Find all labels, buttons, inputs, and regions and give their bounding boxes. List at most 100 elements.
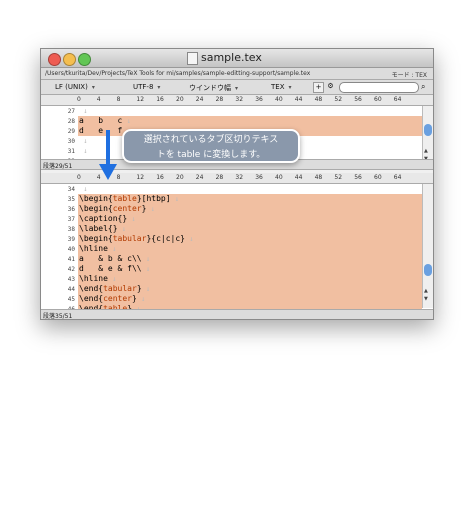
code-line[interactable]: 43 \hline ↓ [41,274,422,284]
ruler-tick: 12 [136,96,145,103]
ruler-tick: 56 [354,96,362,103]
code-line[interactable]: 41 a & b & c\\ ↓ [41,254,422,264]
scroll-up-icon[interactable]: ▲ [424,148,428,154]
code-line[interactable]: 36 \begin{center} ↓ [41,204,422,214]
ruler-tick: 64 [393,96,402,103]
code-line[interactable]: 39 \begin{tabular}{c|c|c} ↓ [41,234,422,244]
code-line[interactable]: 44 \end{tabular} ↓ [41,284,422,294]
code-text: a & b & c\\ ↓ [79,254,151,263]
code-line[interactable]: 40 \hline ↓ [41,244,422,254]
search-icon[interactable]: ⌕ [421,82,425,92]
ruler-tick: 40 [275,96,283,103]
document-icon [187,52,198,65]
close-button[interactable] [48,53,61,66]
ruler-tick: 24 [195,174,204,181]
return-mark-icon: ↓ [79,185,88,193]
ruler-tick: 60 [374,174,382,181]
title-bar[interactable]: sample.tex [41,49,433,68]
return-mark-icon: ↓ [117,225,126,233]
code-line[interactable]: 45 \end{center} ↓ [41,294,422,304]
return-mark-icon: ↓ [79,137,88,145]
ruler-tick: 64 [393,174,402,181]
window-width-select[interactable]: ウインドウ幅 ▾ [189,83,238,93]
code-line[interactable]: 34 ↓ [41,184,422,194]
ruler-tick: 52 [334,174,343,181]
code-line[interactable]: 37 \caption{} ↓ [41,214,422,224]
gear-icon[interactable]: ⚙ [326,82,335,91]
bottom-editor-pane[interactable]: 34 ↓ 35 \begin{table}[htbp] ↓ 36 \begin{cent… [41,184,422,314]
line-number: 27 [67,108,75,115]
mode-indicator: モード : TEX [391,72,427,79]
line-number: 37 [67,216,75,223]
ruler-tick: 44 [294,96,303,103]
line-number: 45 [67,296,75,303]
ruler-tick: 28 [215,96,224,103]
return-mark-icon: ↓ [146,205,155,213]
scroll-thumb[interactable] [424,264,432,276]
line-number: 35 [67,196,75,203]
ruler-tick: 36 [255,174,263,181]
code-text: ↓ [79,106,87,116]
chevron-down-icon: ▾ [157,84,161,91]
code-line[interactable]: 28 a b c ↓ [41,116,422,126]
mode-label: TEX [271,83,285,91]
top-ruler: 0 4 8 12 16 20 24 28 32 36 40 44 48 52 56 60 64 [41,95,433,106]
encoding-label: UTF-8 [133,83,154,91]
line-number: 36 [67,206,75,213]
scroll-down-icon[interactable]: ▼ [424,296,428,302]
code-line[interactable]: 35 \begin{table}[htbp] ↓ [41,194,422,204]
code-text: \label{} ↓ [79,224,126,233]
line-number: 29 [67,128,75,135]
return-mark-icon: ↓ [141,255,151,263]
ruler-tick: 52 [334,96,343,103]
line-number: 38 [67,226,75,233]
line-number: 39 [67,236,75,243]
code-text: \end{tabular} ↓ [79,284,151,293]
ruler-tick: 48 [314,96,323,103]
ruler-tick: 32 [235,174,244,181]
minimize-button[interactable] [63,53,76,66]
bottom-scrollbar[interactable]: ▲ ▼ [422,184,433,308]
code-text: \caption{} ↓ [79,214,136,223]
bottom-status-text: 段落35/51 [43,313,73,320]
code-line[interactable]: 42 d & e & f\\ ↓ [41,264,422,274]
selection-highlight [78,224,422,234]
code-line[interactable]: 27 ↓ [41,106,422,116]
code-line[interactable]: 38 \label{} ↓ [41,224,422,234]
ruler-tick: 56 [354,174,362,181]
return-mark-icon: ↓ [122,117,131,125]
callout-line-2: トを table に変換します。 [156,150,266,160]
mode-select[interactable]: TEX ▾ [271,83,292,91]
window-width-label: ウインドウ幅 [189,84,231,92]
return-mark-icon: ↓ [127,215,136,223]
line-number: 40 [67,246,75,253]
ruler-tick: 44 [294,174,303,181]
line-ending-select[interactable]: LF (UNIX) ▾ [55,83,95,91]
search-input[interactable] [339,82,419,93]
ruler-tick: 20 [176,174,184,181]
return-mark-icon: ↓ [136,295,146,303]
code-text: \hline ↓ [79,244,117,253]
ruler-tick: 0 [77,96,81,103]
scroll-thumb[interactable] [424,124,432,136]
ruler-tick: 48 [314,174,323,181]
editor-window: sample.tex /Users/tkurita/Dev/Projects/T… [40,48,434,320]
code-text: ↓ [79,184,87,194]
ruler-tick: 36 [255,96,263,103]
line-number: 42 [67,266,75,273]
encoding-select[interactable]: UTF-8 ▾ [133,83,160,91]
code-text: \begin{tabular}{c|c|c} ↓ [79,234,194,243]
line-number: 34 [67,186,75,193]
scroll-up-icon[interactable]: ▲ [424,288,428,294]
ruler-tick: 28 [215,174,224,181]
zoom-button[interactable] [78,53,91,66]
line-ending-label: LF (UNIX) [55,83,88,91]
return-mark-icon: ↓ [184,235,194,243]
selection-highlight [78,244,422,254]
ruler-tick: 16 [156,174,164,181]
ruler-tick: 32 [235,96,244,103]
return-mark-icon: ↓ [107,275,117,283]
add-button[interactable]: + [313,82,324,93]
ruler-tick: 60 [374,96,382,103]
ruler-tick: 0 [77,174,81,181]
